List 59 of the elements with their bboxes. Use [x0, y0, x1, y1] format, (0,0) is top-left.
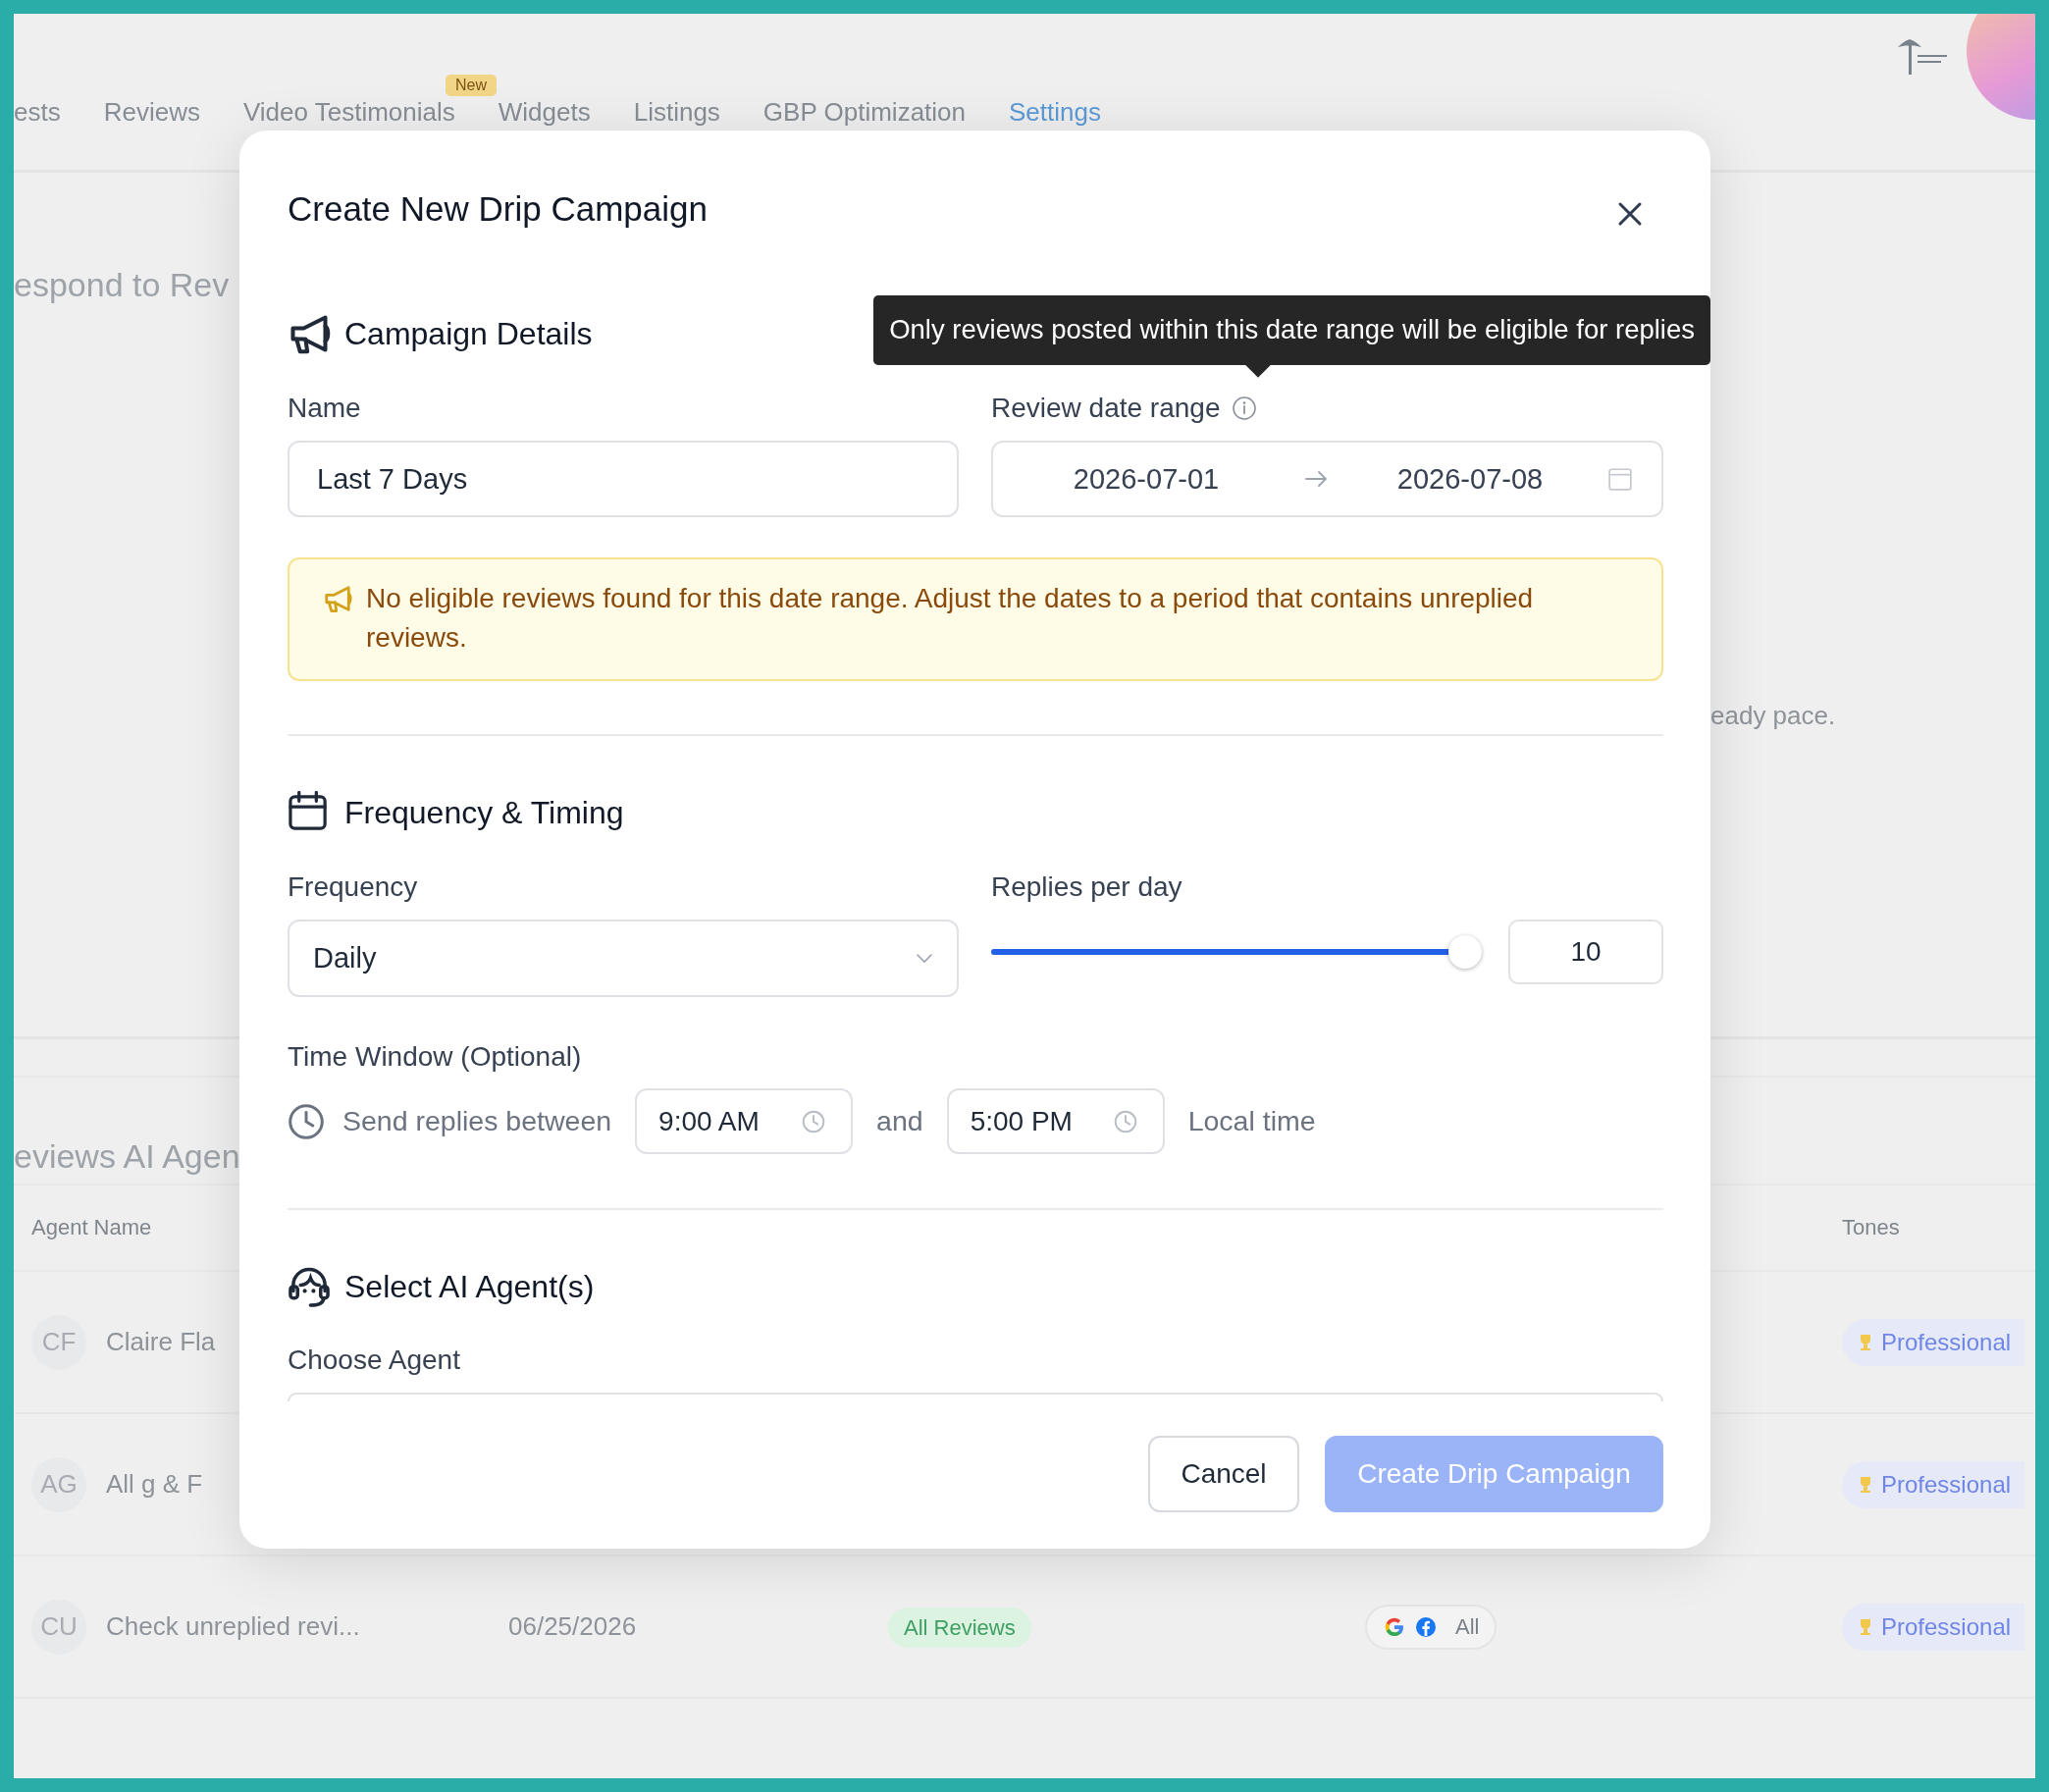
time-field[interactable]: 9:00 AM: [635, 1088, 854, 1154]
nav-tab[interactable]: ests: [14, 96, 61, 128]
field-label: Replies per day: [991, 870, 1183, 904]
tone-label: Professional: [1881, 1612, 2012, 1641]
warning-text: No eligible reviews found for this date range. Adjust the dates to a period that contains unreplied reviews.: [366, 582, 1535, 655]
megaphone-icon: [288, 312, 331, 355]
clock-icon: [802, 1109, 826, 1133]
avatar-initials: AG: [31, 1456, 86, 1512]
number-field[interactable]: 10: [1508, 920, 1663, 984]
nav-tab[interactable]: Video Testimonials: [242, 96, 455, 128]
nav-tab[interactable]: GBP Optimization: [762, 96, 967, 128]
section-heading: Select AI Agent(s): [344, 1268, 595, 1306]
info-icon: [1232, 395, 1258, 421]
filter-tag: All Reviews: [888, 1608, 1031, 1648]
field-label: Frequency: [288, 870, 419, 904]
time-field[interactable]: 5:00 PM: [946, 1088, 1165, 1154]
facebook-icon: [1414, 1614, 1438, 1639]
megaphone-icon: [323, 584, 352, 613]
end-date: 2026-07-08: [1395, 462, 1545, 496]
nav-tab[interactable]: Reviews: [103, 96, 200, 128]
nav-tab[interactable]: Widgets: [498, 96, 591, 128]
frequency-dropdown[interactable]: Daily: [288, 920, 959, 997]
table-cell: Claire Fla: [106, 1327, 216, 1357]
clock-icon: [1113, 1109, 1137, 1133]
tone-label: Professional: [1881, 1328, 2012, 1356]
new-badge: New: [445, 75, 497, 96]
helper-text: Local time: [1187, 1105, 1316, 1137]
field-label: Time Window (Optional): [288, 1040, 583, 1074]
helper-text: and: [876, 1105, 923, 1137]
table-cell: All g & F: [106, 1469, 203, 1500]
table-cell: Check unreplied revi...: [106, 1611, 360, 1642]
platform-label: All: [1455, 1613, 1480, 1640]
slider-thumb[interactable]: [1448, 935, 1482, 969]
start-date: 2026-07-01: [1072, 462, 1221, 496]
column-header: Agent Name: [31, 1215, 153, 1240]
table-cell-text: 06/25/2026: [508, 1611, 638, 1642]
dialog-title: Create New Drip Campaign: [288, 188, 708, 230]
calendar-icon: [1607, 466, 1633, 492]
cancel-button[interactable]: Cancel: [1148, 1436, 1299, 1512]
field-label: Name: [288, 392, 362, 425]
section-heading: Campaign Details: [344, 315, 593, 353]
nav-tab[interactable]: Listings: [633, 96, 720, 128]
headset-icon: [288, 1265, 331, 1308]
column-header: Tones: [1842, 1215, 1901, 1240]
tone-label: Professional: [1881, 1470, 2012, 1499]
helper-text: Send replies between: [342, 1105, 612, 1137]
avatar-initials: CU: [31, 1599, 86, 1655]
page-heading: espond to Rev: [14, 265, 231, 305]
avatar-initials: CF: [31, 1314, 86, 1370]
clock-icon: [288, 1102, 325, 1140]
field-label: Review date range: [991, 392, 1221, 425]
description-text: eady pace.: [1710, 701, 1837, 732]
agent-select-field[interactable]: [288, 1393, 1663, 1401]
name-field[interactable]: Last 7 Days: [288, 441, 959, 517]
section-heading: Frequency & Timing: [344, 794, 624, 832]
date-range-field[interactable]: 2026-07-01 2026-07-08: [991, 441, 1663, 517]
nav-tab[interactable]: Settings: [1009, 96, 1101, 128]
field-label: Choose Agent: [288, 1344, 461, 1377]
close-icon: [1617, 201, 1643, 227]
